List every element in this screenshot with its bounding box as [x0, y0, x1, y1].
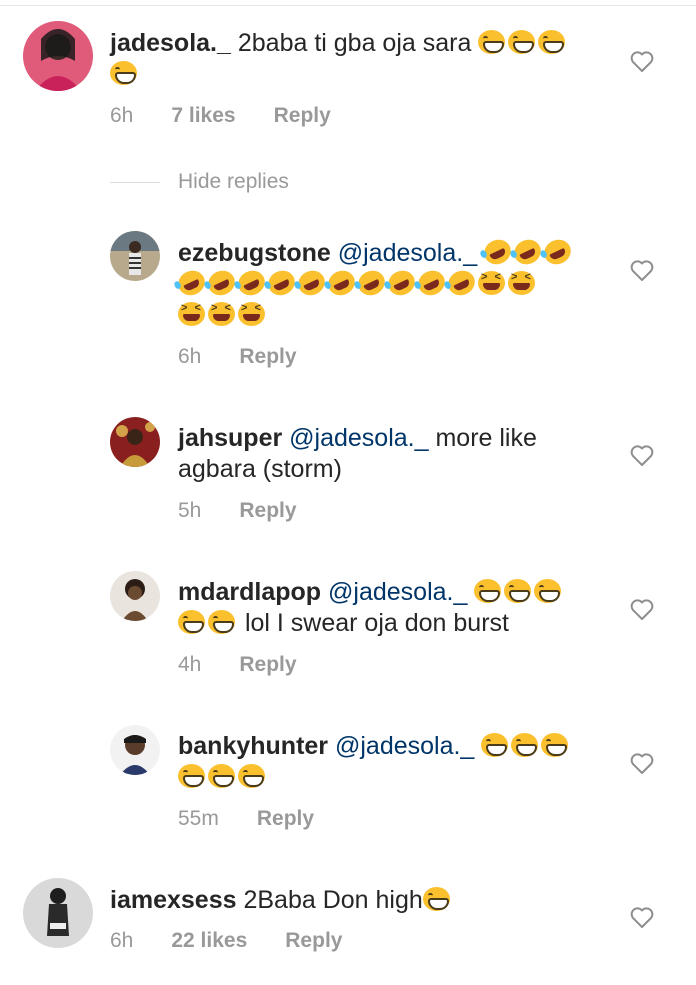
rofl-emoji-icon — [540, 235, 575, 269]
grin-emoji-icon — [538, 30, 566, 54]
grin-emoji-icon — [178, 610, 205, 634]
likes-count[interactable]: 7 likes — [171, 104, 235, 127]
rofl-emoji-icon — [444, 266, 479, 300]
timestamp: 5h — [178, 499, 202, 522]
comment-text: more like — [435, 424, 537, 452]
grin-emoji-icon — [474, 579, 502, 603]
grin-emoji-icon — [208, 764, 235, 788]
grin-emoji-icon — [508, 30, 536, 54]
squint-emoji-icon — [208, 302, 235, 326]
username[interactable]: jadesola._ — [110, 29, 231, 57]
likes-count[interactable]: 22 likes — [171, 929, 247, 952]
avatar[interactable] — [110, 231, 160, 281]
comment-meta: 55m Reply — [178, 807, 352, 831]
mention-link[interactable]: @jadesola._ — [328, 578, 467, 606]
reply-button[interactable]: Reply — [239, 653, 296, 676]
comment-meta: 6h 7 likes Reply — [110, 104, 369, 128]
heart-outline-icon[interactable] — [629, 752, 655, 776]
grin-emoji-icon — [422, 887, 450, 911]
grin-emoji-icon — [208, 610, 235, 634]
mention-link[interactable]: @jadesola._ — [338, 239, 477, 267]
reply-button[interactable]: Reply — [239, 499, 296, 522]
grin-emoji-icon — [110, 61, 137, 85]
comment-meta: 6h Reply — [178, 345, 335, 369]
grin-emoji-icon — [238, 764, 265, 788]
username[interactable]: bankyhunter — [178, 732, 328, 760]
top-divider — [0, 0, 696, 6]
avatar[interactable] — [110, 417, 160, 467]
timestamp: 55m — [178, 807, 219, 830]
squint-emoji-icon — [508, 271, 535, 295]
username[interactable]: jahsuper — [178, 424, 282, 452]
squint-emoji-icon — [478, 271, 505, 295]
username[interactable]: ezebugstone — [178, 239, 331, 267]
avatar[interactable] — [23, 21, 93, 91]
comment-text: 2Baba Don high — [243, 886, 423, 914]
comment-text: lol I swear oja don burst — [244, 609, 509, 637]
timestamp: 4h — [178, 653, 202, 676]
comment-meta: 4h Reply — [178, 653, 335, 677]
username[interactable]: iamexsess — [110, 886, 237, 914]
grin-emoji-icon — [478, 30, 506, 54]
squint-emoji-icon — [238, 302, 265, 326]
reply-button[interactable]: Reply — [285, 929, 342, 952]
grin-emoji-icon — [534, 579, 562, 603]
reply-button[interactable]: Reply — [239, 345, 296, 368]
heart-outline-icon[interactable] — [629, 598, 655, 622]
grin-emoji-icon — [178, 764, 205, 788]
heart-outline-icon[interactable] — [629, 50, 655, 74]
grin-emoji-icon — [511, 733, 539, 757]
mention-link[interactable]: @jadesola._ — [335, 732, 474, 760]
heart-outline-icon[interactable] — [629, 259, 655, 283]
comment-meta: 6h 22 likes Reply — [110, 929, 380, 953]
grin-emoji-icon — [541, 733, 569, 757]
reply-button[interactable]: Reply — [257, 807, 314, 830]
hide-replies-divider — [110, 182, 160, 183]
grin-emoji-icon — [481, 733, 509, 757]
timestamp: 6h — [110, 104, 134, 127]
grin-emoji-icon — [504, 579, 532, 603]
comment-text: agbara (storm) — [178, 455, 342, 483]
username[interactable]: mdardlapop — [178, 578, 321, 606]
reply-button[interactable]: Reply — [274, 104, 331, 127]
mention-link[interactable]: @jadesola._ — [289, 424, 428, 452]
heart-outline-icon[interactable] — [629, 906, 655, 930]
avatar[interactable] — [23, 878, 93, 948]
comment-text: 2baba ti gba oja sara — [237, 29, 472, 57]
timestamp: 6h — [178, 345, 202, 368]
avatar[interactable] — [110, 725, 160, 775]
timestamp: 6h — [110, 929, 134, 952]
hide-replies-button[interactable]: Hide replies — [178, 170, 289, 194]
heart-outline-icon[interactable] — [629, 444, 655, 468]
squint-emoji-icon — [178, 302, 205, 326]
comment-meta: 5h Reply — [178, 499, 335, 523]
avatar[interactable] — [110, 571, 160, 621]
